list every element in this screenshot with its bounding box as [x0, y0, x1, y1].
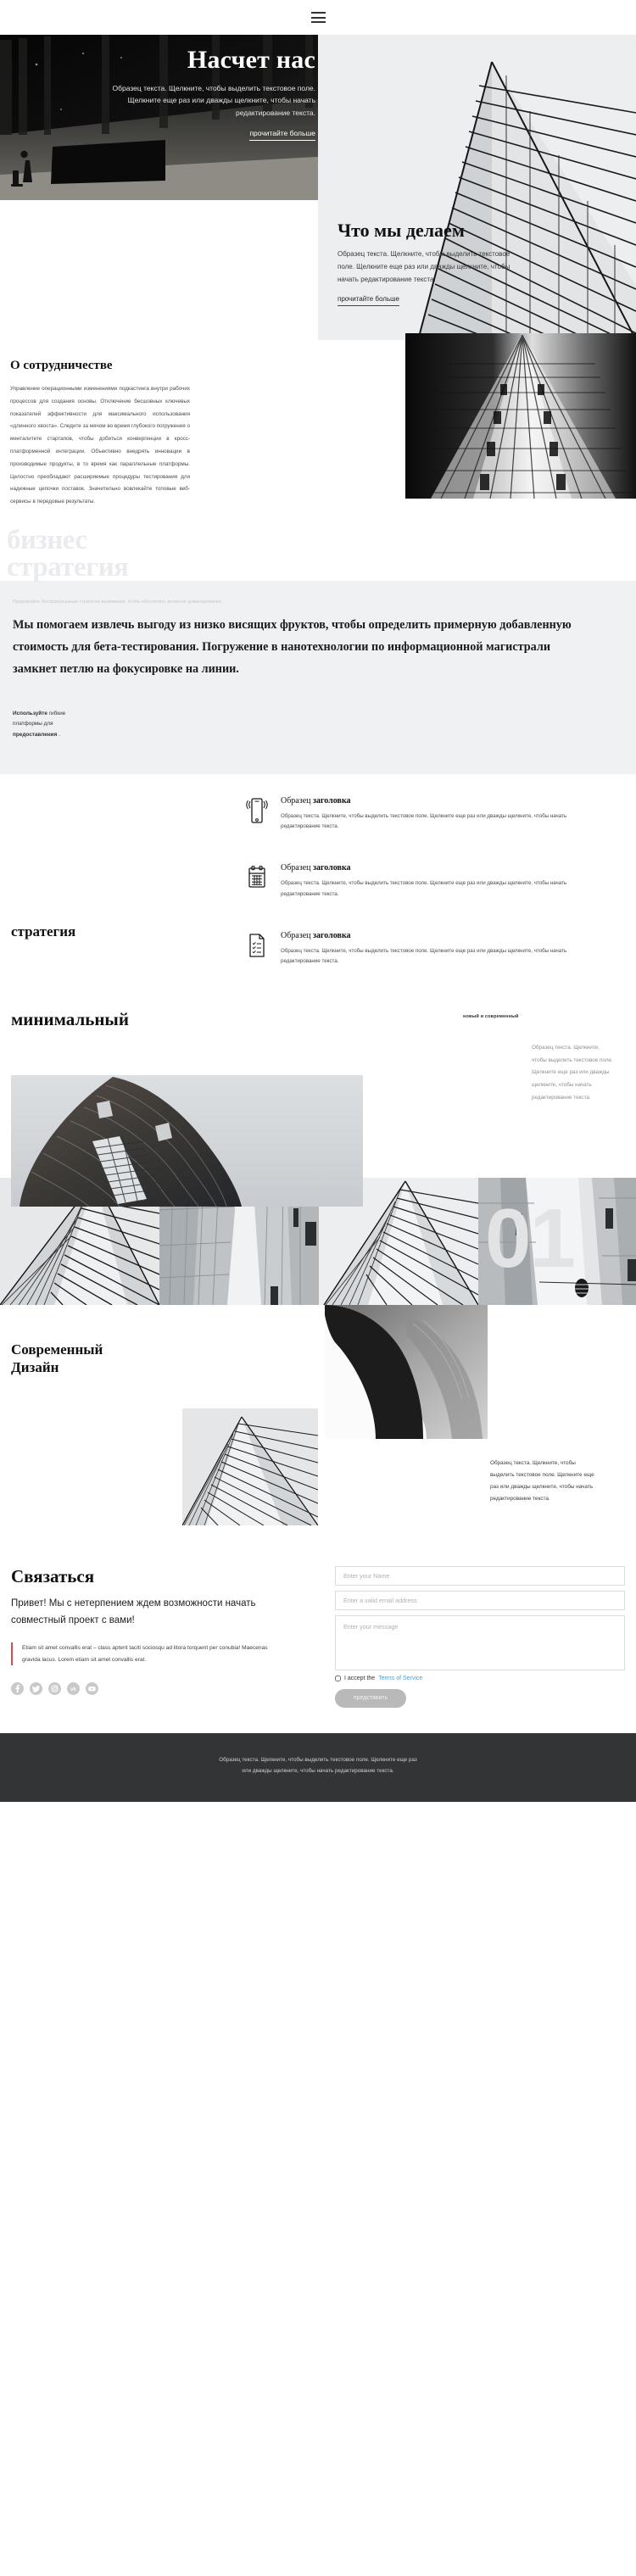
modern-photo-curved-sculpture: [325, 1304, 488, 1439]
checklist-document-icon: [246, 932, 268, 959]
contact-left-column: Связаться Привет! Мы с нетерпением ждем …: [11, 1566, 304, 1696]
feature-title: Образец заголовка: [281, 931, 568, 940]
footer-text: Образец текста. Щелкните, чтобы выделить…: [219, 1756, 417, 1775]
feature-title-normal: Образец: [281, 930, 313, 940]
youtube-icon[interactable]: [86, 1682, 98, 1696]
about-cooperation-section: О сотрудничестве Управление операционным…: [0, 333, 636, 581]
statement-note: Используйте гибкие платформы для предост…: [13, 709, 93, 740]
modern-design-text: Образец текста. Щелкните, чтобы выделить…: [490, 1459, 594, 1503]
statement-kicker: Предлагайте беспроигрышные стратегии выж…: [13, 599, 223, 605]
modern-design-section: Современный Дизайн Образец текста. Щелкн…: [0, 1304, 636, 1551]
statement-note-plain-2: .: [57, 731, 60, 738]
list-item: Образец заголовка Образец текста. Щелкни…: [246, 796, 568, 832]
feature-body: Образец заголовка Образец текста. Щелкни…: [281, 863, 568, 899]
statement-note-bold-2: предоставления: [13, 731, 58, 738]
what-we-do-section: Что мы делаем Образец текста. Щелкните, …: [0, 35, 636, 340]
modern-design-title: Современный Дизайн: [11, 1341, 103, 1377]
name-input[interactable]: [335, 1565, 625, 1586]
feature-text: Образец текста. Щелкните, чтобы выделить…: [281, 813, 567, 830]
contact-lead: Привет! Мы с нетерпением ждем возможност…: [11, 1596, 304, 1630]
statement-section: Предлагайте беспроигрышные стратегии выж…: [0, 581, 636, 775]
landing-page: Насчет нас Образец текста. Щелкните, что…: [0, 0, 636, 1803]
modern-photo-glass-pyramid: [182, 1408, 318, 1525]
contact-quote: Etiam sit amet convallis erat – class ap…: [11, 1642, 281, 1666]
minimal-big-number: 01: [485, 1190, 576, 1285]
submit-button[interactable]: представить: [335, 1688, 406, 1708]
contact-form: I accept the Terms of Service представит…: [335, 1565, 625, 1708]
terms-label: I accept the: [344, 1675, 376, 1681]
twitter-icon[interactable]: [30, 1682, 42, 1696]
facebook-icon[interactable]: [11, 1682, 24, 1696]
feature-text: Образец текста. Щелкните, чтобы выделить…: [281, 947, 567, 964]
statement-note-bold-1: Используйте: [13, 710, 47, 716]
statement-headline: Мы помогаем извлечь выгоду из низко вися…: [13, 618, 572, 676]
minimal-heading: минимальный: [11, 1008, 129, 1029]
contact-lead-line-1: Привет! Мы с нетерпением ждем возможност…: [11, 1597, 256, 1609]
terms-checkbox[interactable]: [335, 1675, 341, 1681]
feature-body: Образец заголовка Образец текста. Щелкни…: [281, 931, 568, 967]
vk-icon[interactable]: vk: [67, 1682, 80, 1696]
contact-section: Связаться Привет! Мы с нетерпением ждем …: [0, 1551, 636, 1733]
feature-title: Образец заголовка: [281, 796, 568, 806]
minimal-kicker: новый и современный: [463, 1013, 519, 1019]
minimal-photo-wavy-tower: [11, 1074, 363, 1207]
site-header: [0, 0, 636, 35]
hero-copy: Насчет нас Образец текста. Щелкните, что…: [108, 46, 315, 142]
svg-text:vk: vk: [70, 1687, 76, 1692]
feature-title: Образец заголовка: [281, 863, 568, 873]
minimal-text: Образец текста. Щелкните, чтобы выделить…: [532, 1044, 613, 1101]
modern-title-line-2: Дизайн: [11, 1359, 59, 1376]
feature-title-bold: заголовка: [313, 796, 351, 806]
terms-of-service-link[interactable]: Terms of Service: [378, 1676, 422, 1681]
hero-photo-dark-building: Насчет нас Образец текста. Щелкните, что…: [0, 35, 331, 200]
hamburger-icon[interactable]: [310, 12, 326, 23]
about-watermark: бизнес стратегия: [7, 527, 636, 581]
modern-title-line-1: Современный: [11, 1341, 103, 1358]
about-photo-skyscraper: [405, 333, 636, 499]
feature-title-normal: Образец: [281, 796, 313, 806]
strategy-feature-list: Образец заголовка Образец текста. Щелкни…: [246, 796, 568, 967]
social-links: vk: [11, 1682, 304, 1696]
list-item: Образец заголовка Образец текста. Щелкни…: [246, 863, 568, 899]
feature-title-bold: заголовка: [313, 863, 351, 873]
list-item: Образец заголовка Образец текста. Щелкни…: [246, 931, 568, 967]
hero-text: Образец текста. Щелкните, чтобы выделить…: [112, 83, 315, 118]
feature-text: Образец текста. Щелкните, чтобы выделить…: [281, 880, 567, 897]
terms-acceptance-row[interactable]: I accept the Terms of Service: [335, 1675, 625, 1681]
hero-title: Насчет нас: [187, 46, 315, 74]
what-we-do-read-more-link[interactable]: прочитайте больше: [338, 295, 399, 306]
calendar-icon: [246, 864, 268, 891]
minimal-section: минимальный новый и современный Образец …: [0, 995, 636, 1280]
contact-lead-line-2: совместный проект с вами!: [11, 1614, 135, 1625]
hero-read-more-link[interactable]: прочитайте больше: [249, 129, 315, 142]
watermark-line-1: бизнес: [7, 524, 87, 555]
feature-title-bold: заголовка: [313, 930, 351, 940]
what-we-do-copy: Что мы делаем Образец текста. Щелкните, …: [338, 220, 511, 306]
about-text: Управление операционными изменениями под…: [10, 386, 190, 505]
mobile-phone-icon: [246, 797, 268, 824]
site-footer: Образец текста. Щелкните, чтобы выделить…: [0, 1732, 636, 1803]
contact-title: Связаться: [11, 1565, 95, 1586]
what-we-do-title: Что мы делаем: [338, 220, 465, 241]
watermark-line-2: стратегия: [7, 551, 129, 583]
what-we-do-text: Образец текста. Щелкните, чтобы выделить…: [338, 250, 510, 283]
strategy-section: стратегия Образец заголовка Образец текс…: [0, 774, 636, 995]
feature-body: Образец заголовка Образец текста. Щелкни…: [281, 796, 568, 832]
instagram-icon[interactable]: [48, 1682, 61, 1696]
feature-title-normal: Образец: [281, 863, 313, 873]
strategy-heading: стратегия: [11, 923, 76, 940]
email-input[interactable]: [335, 1590, 625, 1610]
message-textarea[interactable]: [335, 1614, 625, 1670]
